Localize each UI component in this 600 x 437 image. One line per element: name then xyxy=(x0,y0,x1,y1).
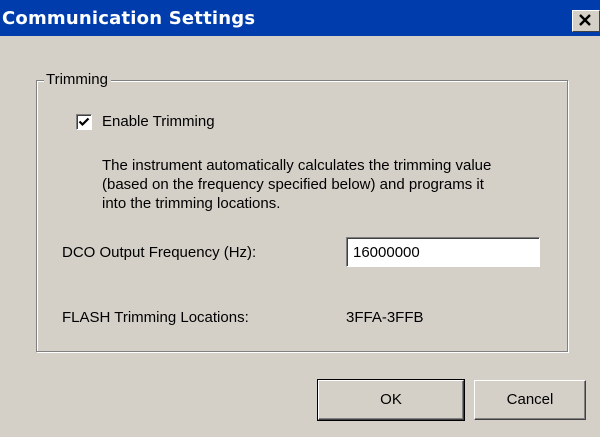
flash-locations-value: 3FFA-3FFB xyxy=(346,309,424,326)
enable-trimming-label[interactable]: Enable Trimming xyxy=(102,112,215,132)
dco-frequency-label: DCO Output Frequency (Hz): xyxy=(62,244,257,261)
trimming-group-label: Trimming xyxy=(44,70,111,90)
title-bar: Communication Settings xyxy=(0,0,600,36)
window-title: Communication Settings xyxy=(2,8,256,29)
trimming-description: The instrument automatically calculates … xyxy=(102,156,572,213)
close-icon xyxy=(579,14,591,26)
description-line: The instrument automatically calculates … xyxy=(102,157,492,174)
checkmark-icon xyxy=(78,117,90,127)
flash-locations-label: FLASH Trimming Locations: xyxy=(62,309,249,326)
description-line: into the trimming locations. xyxy=(102,195,281,212)
enable-trimming-checkbox[interactable] xyxy=(76,114,92,130)
dco-frequency-input[interactable] xyxy=(346,237,540,267)
cancel-button[interactable]: Cancel xyxy=(474,380,586,420)
close-button[interactable] xyxy=(572,10,600,32)
description-line: (based on the frequency specified below)… xyxy=(102,176,484,193)
ok-button[interactable]: OK xyxy=(317,379,465,421)
